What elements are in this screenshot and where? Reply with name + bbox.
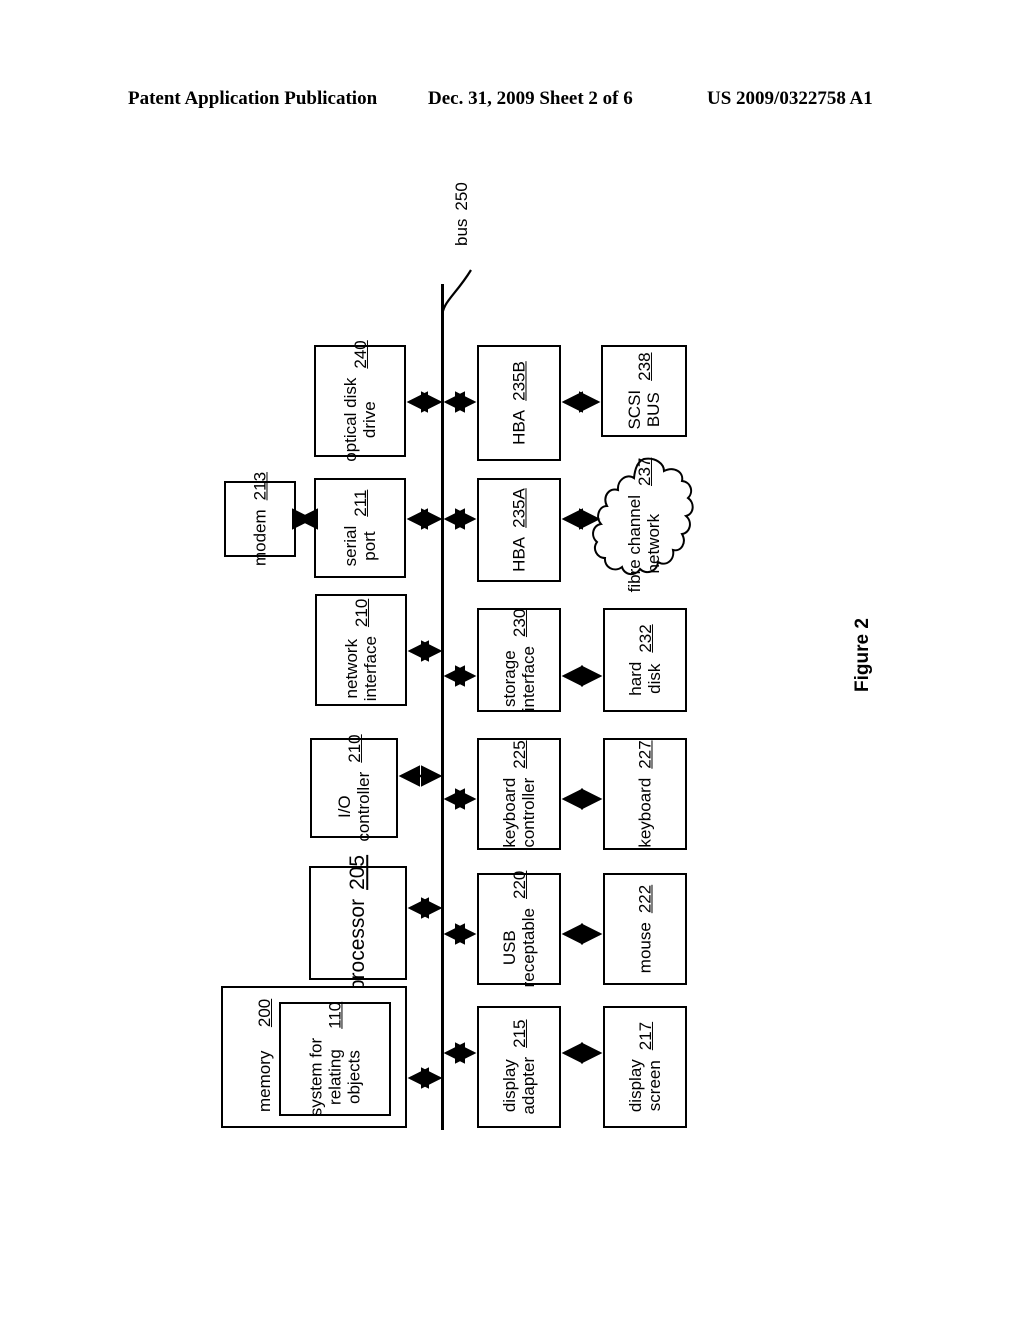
hard-disk-ref: 232: [635, 624, 655, 653]
system-for-relating-objects-label: system for relating objects: [306, 1037, 364, 1117]
node-storage-interface[interactable]: storage interface 230: [477, 608, 561, 712]
fibre-channel-network-ref: 237: [634, 457, 654, 487]
node-system-for-relating-objects[interactable]: system for relating objects 110: [279, 1002, 391, 1116]
storage-interface-label: storage interface: [499, 646, 538, 712]
modem-label: modem: [250, 509, 270, 567]
display-adapter-label: display adapter: [499, 1056, 538, 1115]
io-controller-ref: 210: [344, 734, 364, 763]
display-screen-label: display screen: [625, 1059, 664, 1113]
storage-interface-ref: 230: [509, 608, 529, 638]
hard-disk-label: hard disk: [625, 661, 664, 696]
optical-disk-drive-label: optical disk drive: [340, 377, 379, 462]
mouse-ref: 222: [635, 884, 655, 914]
node-mouse[interactable]: mouse 222: [603, 873, 687, 985]
hba-b-ref: 235B: [509, 361, 529, 401]
modem-ref: 213: [250, 471, 270, 501]
network-interface-label: network interface: [341, 636, 380, 702]
serial-port-label: serial port: [340, 525, 379, 567]
scsi-bus-label: SCSI BUS: [624, 389, 663, 430]
processor-ref: 205: [346, 854, 370, 890]
hba-a-ref: 235A: [509, 488, 529, 528]
node-hard-disk[interactable]: hard disk 232: [603, 608, 687, 712]
display-screen-ref: 217: [635, 1021, 655, 1051]
bus-line: [441, 284, 444, 1130]
node-usb-receptable[interactable]: USB receptable 220: [477, 870, 561, 988]
node-fibre-channel-network[interactable]: fibre channel network 237: [592, 455, 696, 595]
node-display-adapter[interactable]: display adapter 215: [477, 1006, 561, 1128]
system-for-relating-objects-ref: 110: [325, 1001, 345, 1029]
node-scsi-bus[interactable]: SCSI BUS 238: [601, 345, 687, 437]
hba-a-label: HBA: [509, 536, 529, 572]
scsi-bus-ref: 238: [634, 352, 654, 381]
memory-ref: 200: [255, 998, 274, 1028]
node-keyboard-controller[interactable]: keyboard controller 225: [477, 738, 561, 850]
node-io-controller[interactable]: I/O controller 210: [310, 734, 398, 842]
node-hba-a[interactable]: HBA 235A: [477, 478, 561, 582]
system-block-diagram: bus 250 optical disk drive 240 modem 213…: [0, 0, 1024, 1320]
processor-label: processor: [346, 898, 370, 992]
bus-label: bus 250: [452, 182, 524, 286]
network-interface-ref: 210: [351, 598, 371, 628]
bus-label-text: bus: [452, 218, 471, 246]
bus-reference-number: 250: [452, 182, 471, 211]
node-display-screen[interactable]: display screen 217: [603, 1006, 687, 1128]
serial-port-ref: 211: [350, 489, 370, 517]
node-optical-disk-drive[interactable]: optical disk drive 240: [314, 340, 406, 462]
node-processor[interactable]: processor 205: [309, 855, 407, 991]
mouse-label: mouse: [635, 922, 655, 974]
keyboard-ref: 227: [635, 740, 655, 769]
io-controller-label: I/O controller: [334, 771, 373, 842]
node-modem[interactable]: modem 213: [224, 472, 296, 566]
usb-receptable-ref: 220: [509, 870, 529, 899]
node-hba-b[interactable]: HBA 235B: [477, 345, 561, 461]
display-adapter-ref: 215: [509, 1019, 529, 1048]
keyboard-label: keyboard: [635, 777, 655, 848]
usb-receptable-label: USB receptable: [499, 907, 538, 988]
keyboard-controller-label: keyboard controller: [499, 777, 538, 848]
keyboard-controller-ref: 225: [509, 740, 529, 769]
optical-disk-drive-ref: 240: [350, 340, 370, 369]
fibre-channel-network-label: fibre channel network: [624, 495, 663, 593]
node-network-interface[interactable]: network interface 210: [315, 594, 407, 706]
node-memory[interactable]: memory 200 system for relating objects 1…: [221, 986, 407, 1128]
node-serial-port[interactable]: serial port 211: [314, 478, 406, 578]
hba-b-label: HBA: [509, 409, 529, 445]
node-keyboard[interactable]: keyboard 227: [603, 738, 687, 850]
memory-label-group: memory 200: [255, 999, 275, 1112]
memory-label: memory: [255, 1050, 274, 1112]
